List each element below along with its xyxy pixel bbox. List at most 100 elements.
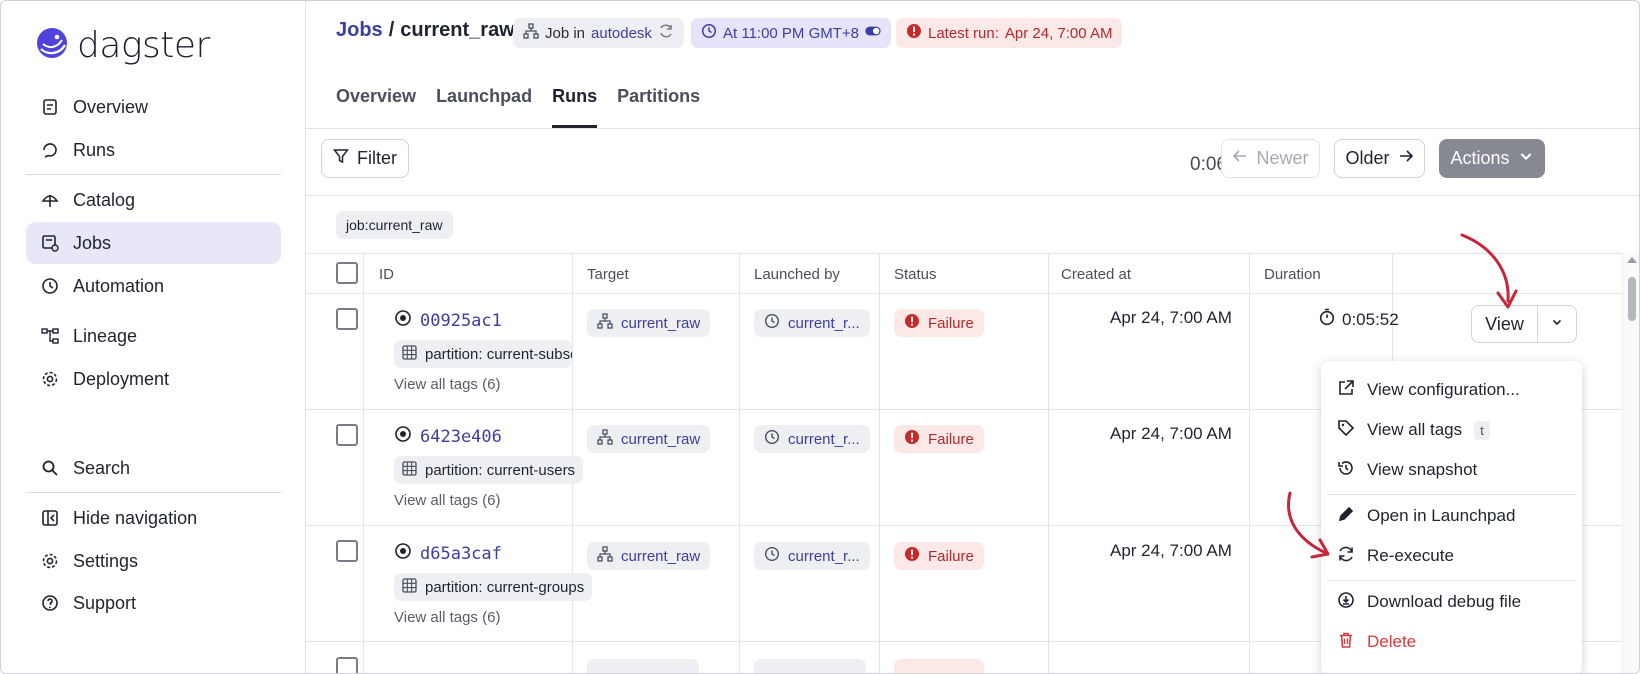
filter-button[interactable]: Filter	[321, 139, 409, 178]
run-id-link[interactable]: 6423e406	[394, 425, 502, 448]
sidebar-item-label: Support	[73, 592, 137, 613]
sidebar-item-deployment[interactable]: Deployment	[26, 358, 281, 400]
select-all-checkbox[interactable]	[336, 262, 358, 284]
clock-icon	[764, 313, 780, 333]
menu-item-open-in-launchpad[interactable]: Open in Launchpad	[1337, 499, 1567, 533]
duration-value: 0:05:52	[1342, 309, 1399, 329]
menu-divider	[1327, 580, 1576, 581]
column-divider	[1048, 253, 1049, 673]
tab-partitions[interactable]: Partitions	[617, 86, 700, 128]
view-all-tags-link[interactable]: View all tags (6)	[394, 492, 500, 509]
column-header-launched-by[interactable]: Launched by	[754, 266, 840, 283]
view-run-button[interactable]: View	[1472, 306, 1538, 342]
sidebar-item-jobs[interactable]: Jobs	[26, 222, 281, 264]
job-graph-icon	[597, 313, 613, 333]
sidebar-item-label: Deployment	[73, 368, 170, 389]
column-header-created-at[interactable]: Created at	[1061, 266, 1131, 283]
scrollbar-thumb[interactable]	[1628, 277, 1636, 321]
sidebar-item-settings[interactable]: Settings	[26, 540, 281, 582]
older-button[interactable]: Older	[1334, 139, 1425, 178]
dagster-logo-icon	[35, 25, 71, 66]
table-scrollbar[interactable]	[1622, 253, 1639, 673]
column-header-status[interactable]: Status	[894, 266, 937, 283]
active-filter-tag[interactable]: job:current_raw	[336, 211, 453, 239]
partition-tag[interactable]: partition: current-subscri	[394, 340, 572, 368]
run-id-link[interactable]: d65a3caf	[394, 542, 502, 565]
run-id: 6423e406	[420, 426, 502, 447]
row-checkbox[interactable]	[336, 308, 358, 330]
menu-item-view-snapshot[interactable]: View snapshot	[1337, 453, 1567, 487]
trash-icon	[1337, 631, 1355, 654]
sidebar-item-search[interactable]: Search	[26, 447, 281, 489]
target-label: current_raw	[621, 547, 701, 565]
sidebar-item-support[interactable]: Support	[26, 582, 281, 624]
menu-item-label: View snapshot	[1367, 460, 1478, 479]
menu-item-view-all-tags[interactable]: View all tags t	[1337, 413, 1567, 447]
target-chip[interactable]: current_raw	[587, 309, 711, 337]
menu-item-delete[interactable]: Delete	[1337, 625, 1567, 659]
row-menu-toggle[interactable]	[1538, 306, 1576, 342]
job-location-badge[interactable]: Job in autodesk	[513, 18, 684, 48]
column-header-target[interactable]: Target	[587, 266, 629, 283]
sidebar-item-hide-navigation[interactable]: Hide navigation	[26, 497, 281, 539]
history-icon	[1337, 459, 1355, 482]
brand-logo[interactable]: dagster	[35, 25, 210, 66]
view-all-tags-link[interactable]: View all tags (6)	[394, 609, 500, 626]
schedule-badge[interactable]: At 11:00 PM GMT+8	[691, 18, 892, 48]
sidebar-item-automation[interactable]: Automation	[26, 265, 281, 307]
partition-tag[interactable]: partition: current-groups	[394, 573, 593, 601]
launched-by-chip[interactable]: current_r...	[754, 542, 870, 570]
sidebar-item-runs[interactable]: Runs	[26, 129, 281, 171]
newer-button[interactable]: Newer	[1221, 139, 1320, 178]
launched-by-chip[interactable]: current_r...	[754, 309, 870, 337]
target-chip[interactable]: current_raw	[587, 425, 711, 453]
sidebar-item-lineage[interactable]: Lineage	[26, 315, 281, 357]
breadcrumb-jobs-link[interactable]: Jobs	[336, 19, 383, 42]
latest-run-badge[interactable]: Latest run: Apr 24, 7:00 AM	[896, 18, 1123, 48]
launched-by-chip[interactable]: current_r...	[754, 425, 870, 453]
sidebar-item-label: Catalog	[73, 189, 136, 210]
menu-item-view-configuration[interactable]: View configuration...	[1337, 373, 1567, 407]
status-label: Failure	[928, 314, 974, 332]
app-window: dagster Overview Runs Catalog Jobs Autom…	[0, 0, 1640, 674]
view-all-tags-link[interactable]: View all tags (6)	[394, 376, 500, 393]
status-badge: Failure	[894, 425, 984, 453]
status-label: Failure	[928, 547, 974, 565]
location-link[interactable]: autodesk	[591, 25, 652, 42]
page-title: current_raw	[400, 19, 515, 41]
sidebar-item-overview[interactable]: Overview	[26, 86, 281, 128]
error-icon	[904, 546, 920, 566]
reload-icon[interactable]	[658, 23, 674, 43]
actions-button[interactable]: Actions	[1439, 139, 1545, 178]
arrow-left-icon	[1232, 148, 1248, 169]
menu-item-re-execute[interactable]: Re-execute	[1337, 539, 1567, 573]
help-icon	[41, 594, 59, 612]
older-button-label: Older	[1345, 148, 1390, 168]
row-checkbox[interactable]	[336, 540, 358, 562]
sidebar-item-catalog[interactable]: Catalog	[26, 179, 281, 221]
tab-overview[interactable]: Overview	[336, 86, 416, 128]
tab-runs[interactable]: Runs	[552, 86, 598, 128]
run-target-icon	[394, 542, 412, 565]
download-icon	[1337, 591, 1355, 614]
target-chip[interactable]	[587, 659, 699, 673]
menu-item-download-debug-file[interactable]: Download debug file	[1337, 585, 1567, 619]
tab-launchpad[interactable]: Launchpad	[436, 86, 532, 128]
menu-item-label: View configuration...	[1367, 380, 1520, 399]
row-checkbox[interactable]	[336, 424, 358, 446]
run-id: 00925ac1	[420, 310, 502, 331]
runs-icon	[41, 141, 59, 159]
menu-divider	[1327, 494, 1576, 495]
schedule-toggle[interactable]	[865, 23, 881, 43]
run-id-link[interactable]: 00925ac1	[394, 309, 502, 332]
job-in-label: Job in	[545, 24, 586, 42]
column-header-duration[interactable]: Duration	[1264, 266, 1321, 283]
target-chip[interactable]: current_raw	[587, 542, 711, 570]
partition-tag[interactable]: partition: current-users	[394, 456, 584, 484]
row-checkbox[interactable]	[336, 657, 358, 673]
scroll-up-icon[interactable]	[1627, 257, 1637, 263]
launched-by-chip[interactable]	[754, 659, 866, 673]
sidebar-item-label: Overview	[73, 96, 149, 117]
column-header-id[interactable]: ID	[379, 266, 394, 283]
sidebar-divider	[26, 174, 281, 175]
